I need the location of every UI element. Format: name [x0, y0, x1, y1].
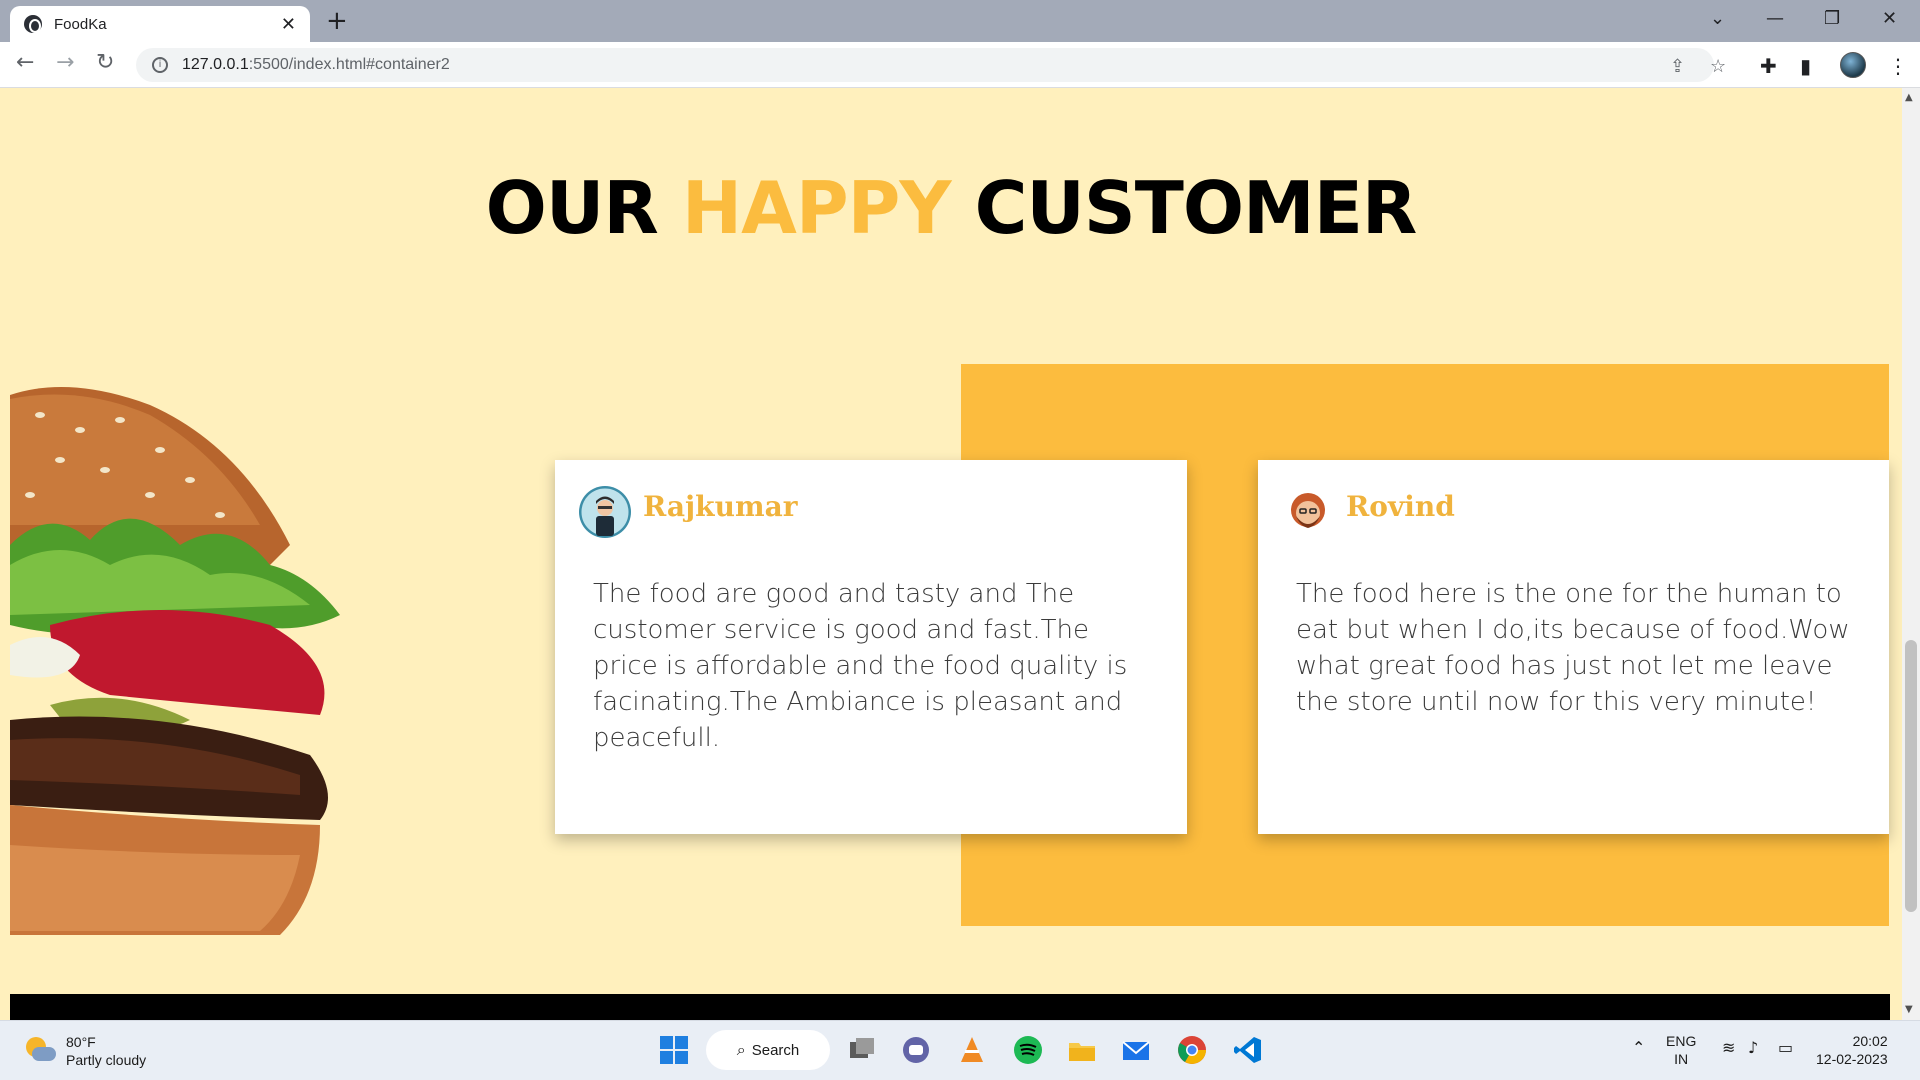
scroll-up-arrow-icon[interactable]: ▲ — [1905, 92, 1913, 103]
share-icon[interactable]: ⇪ — [1670, 56, 1685, 77]
testimonial-card: Rovind The food here is the one for the … — [1258, 460, 1889, 834]
weather-description: Partly cloudy — [66, 1052, 147, 1068]
bookmark-star-icon[interactable]: ☆ — [1710, 56, 1726, 77]
testimonial-card: Rajkumar The food are good and tasty and… — [555, 460, 1187, 834]
customer-avatar-icon — [579, 486, 631, 538]
show-hidden-icons-icon[interactable]: ⌃ — [1632, 1038, 1645, 1057]
task-view-icon[interactable] — [846, 1034, 878, 1066]
site-info-icon[interactable]: i — [152, 57, 168, 73]
minimize-button[interactable]: — — [1766, 8, 1784, 29]
section-heading: OUR HAPPY CUSTOMER — [485, 166, 1418, 250]
teams-chat-icon[interactable] — [900, 1034, 932, 1066]
page-viewport: OUR HAPPY CUSTOMER Rajkumar The food are… — [0, 88, 1902, 1020]
wifi-icon[interactable]: ≋ — [1722, 1038, 1735, 1057]
browser-toolbar: ← → ↻ i 127.0.0.1:5500/index.html#contai… — [0, 42, 1920, 88]
extensions-icon[interactable]: ✚ — [1760, 54, 1777, 78]
scroll-down-arrow-icon[interactable]: ▼ — [1905, 1004, 1913, 1015]
partly-cloudy-icon — [24, 1035, 56, 1067]
vlc-icon[interactable] — [956, 1034, 988, 1066]
start-windows-icon[interactable] — [658, 1034, 690, 1066]
menu-dots-icon[interactable]: ⋮ — [1888, 54, 1908, 78]
back-arrow-icon[interactable]: ← — [16, 50, 34, 75]
volume-icon[interactable]: ♪ — [1748, 1038, 1758, 1057]
spotify-icon[interactable] — [1012, 1034, 1044, 1066]
clock[interactable]: 20:02 12-02-2023 — [1816, 1032, 1888, 1068]
customer-avatar-icon — [1283, 487, 1333, 537]
scrollbar-thumb[interactable] — [1905, 640, 1917, 912]
close-window-button[interactable]: ✕ — [1882, 8, 1897, 29]
footer-bar — [10, 994, 1890, 1020]
site-favicon-icon — [24, 15, 42, 33]
customer-name: Rajkumar — [643, 490, 798, 523]
new-tab-button[interactable]: + — [326, 8, 348, 34]
battery-icon[interactable]: ▭ — [1778, 1038, 1793, 1057]
reload-icon[interactable]: ↻ — [96, 50, 114, 75]
weather-widget[interactable]: 80°F Partly cloudy — [24, 1033, 146, 1069]
tab-title: FoodKa — [54, 15, 107, 33]
browser-tab[interactable]: FoodKa ✕ — [10, 6, 310, 42]
url-text: 127.0.0.1:5500/index.html#container2 — [182, 56, 450, 73]
maximize-button[interactable]: ❐ — [1824, 8, 1840, 29]
weather-temperature: 80°F — [66, 1034, 96, 1050]
tab-close-icon[interactable]: ✕ — [281, 14, 296, 35]
language-indicator[interactable]: ENG IN — [1666, 1032, 1696, 1068]
taskbar-search-button[interactable]: ⌕ Search — [706, 1030, 830, 1070]
mail-icon[interactable] — [1120, 1034, 1152, 1066]
burger-image — [10, 387, 340, 935]
customer-review: The food here is the one for the human t… — [1296, 579, 1850, 717]
browser-tab-bar: FoodKa ✕ + ⌄ — ❐ ✕ — [0, 0, 1920, 42]
vscode-icon[interactable] — [1232, 1034, 1264, 1066]
side-panel-icon[interactable]: ▮ — [1800, 54, 1811, 78]
tab-search-icon[interactable]: ⌄ — [1710, 8, 1725, 29]
customer-name: Rovind — [1346, 490, 1455, 523]
forward-arrow-icon[interactable]: → — [56, 50, 74, 75]
profile-avatar[interactable] — [1840, 52, 1866, 78]
chrome-icon[interactable] — [1176, 1034, 1208, 1066]
search-icon: ⌕ — [736, 1040, 746, 1059]
file-explorer-icon[interactable] — [1066, 1034, 1098, 1066]
customer-review: The food are good and tasty and The cust… — [593, 579, 1128, 753]
address-bar[interactable]: i 127.0.0.1:5500/index.html#container2 ⇪… — [136, 48, 1726, 82]
